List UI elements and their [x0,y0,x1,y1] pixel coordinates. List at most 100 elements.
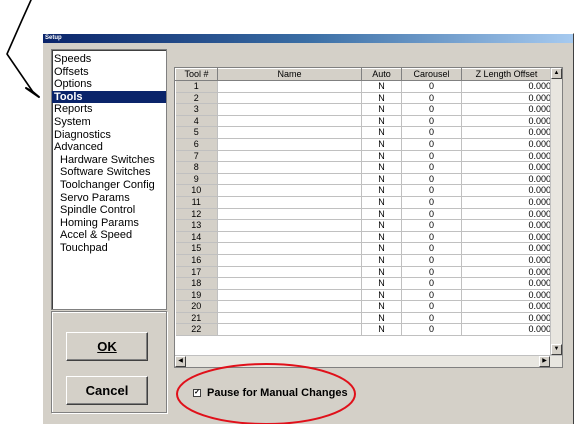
table-row[interactable]: 16 N 0 0.000 [175,254,552,267]
table-row[interactable]: 3 N 0 0.000 [175,103,552,116]
nav-item-spindle-control[interactable]: Spindle Control [52,204,166,217]
table-row[interactable]: 17 N 0 0.000 [175,266,552,279]
table-row[interactable]: 19 N 0 0.000 [175,289,552,302]
table-row[interactable]: 12 N 0 0.000 [175,208,552,221]
table-cell[interactable]: N [361,184,402,197]
table-cell[interactable]: N [361,196,402,209]
table-cell[interactable]: N [361,300,402,313]
table-cell[interactable]: 0 [401,219,462,232]
table-row[interactable]: 15 N 0 0.000 [175,242,552,255]
nav-item-advanced[interactable]: Advanced [52,141,166,154]
scroll-right-icon[interactable]: ▶ [539,356,550,367]
table-cell[interactable]: 0.000 [461,161,552,174]
table-cell[interactable] [217,300,362,313]
table-cell[interactable] [217,80,362,93]
table-row[interactable]: 20 N 0 0.000 [175,300,552,313]
table-cell[interactable]: 0 [401,161,462,174]
nav-item-toolchanger-config[interactable]: Toolchanger Config [52,179,166,192]
table-cell[interactable] [217,219,362,232]
table-cell[interactable]: 0 [401,196,462,209]
table-cell[interactable]: N [361,277,402,290]
table-cell[interactable]: N [361,312,402,325]
table-row[interactable]: 8 N 0 0.000 [175,161,552,174]
table-row[interactable]: 10 N 0 0.000 [175,184,552,197]
pause-manual-changes-option[interactable]: ✓ Pause for Manual Changes [193,387,348,399]
table-cell[interactable]: 0.000 [461,231,552,244]
table-cell[interactable]: 0 [401,289,462,302]
table-row[interactable]: 18 N 0 0.000 [175,277,552,290]
horizontal-scrollbar[interactable]: ◀ ▶ [175,355,562,367]
table-cell[interactable]: 0.000 [461,323,552,337]
table-row[interactable]: 4 N 0 0.000 [175,115,552,128]
table-row[interactable]: 5 N 0 0.000 [175,126,552,139]
nav-item-speeds[interactable]: Speeds [52,53,166,66]
table-cell[interactable]: 0 [401,231,462,244]
table-cell[interactable] [217,289,362,302]
table-row[interactable]: 14 N 0 0.000 [175,231,552,244]
scroll-up-icon[interactable]: ▲ [551,68,562,79]
table-cell[interactable] [217,242,362,255]
nav-item-servo-params[interactable]: Servo Params [52,192,166,205]
table-cell[interactable]: N [361,126,402,139]
setup-category-list[interactable]: Speeds Offsets Options Tools Reports System Di… [51,49,167,310]
table-cell[interactable]: 0 [401,138,462,151]
table-cell[interactable] [217,103,362,116]
nav-item-system[interactable]: System [52,116,166,129]
cancel-button[interactable]: Cancel [66,376,148,405]
table-cell[interactable]: 0 [401,312,462,325]
table-cell[interactable]: N [361,254,402,267]
table-cell[interactable] [217,266,362,279]
column-header[interactable]: Auto [361,68,402,81]
nav-item-reports[interactable]: Reports [52,103,166,116]
table-cell[interactable] [217,138,362,151]
table-cell[interactable]: N [361,242,402,255]
table-row[interactable]: 2 N 0 0.000 [175,92,552,105]
table-cell[interactable]: 0.000 [461,92,552,105]
table-cell[interactable]: N [361,150,402,163]
table-cell[interactable]: 0.000 [461,289,552,302]
table-cell[interactable] [217,312,362,325]
table-cell[interactable] [217,208,362,221]
table-cell[interactable]: 0 [401,184,462,197]
table-cell[interactable]: 0.000 [461,126,552,139]
table-cell[interactable]: 0 [401,103,462,116]
nav-item-options[interactable]: Options [52,78,166,91]
table-row[interactable]: 6 N 0 0.000 [175,138,552,151]
table-cell[interactable]: 0.000 [461,103,552,116]
table-cell[interactable]: 0.000 [461,277,552,290]
table-cell[interactable]: 0.000 [461,242,552,255]
table-cell[interactable]: 0 [401,150,462,163]
table-cell[interactable] [217,184,362,197]
table-row[interactable]: 21 N 0 0.000 [175,312,552,325]
table-cell[interactable]: N [361,138,402,151]
nav-item-tools[interactable]: Tools [52,90,166,104]
column-header[interactable]: Carousel [401,68,462,81]
table-row[interactable]: 7 N 0 0.000 [175,150,552,163]
table-cell[interactable]: 0.000 [461,80,552,93]
vertical-scrollbar[interactable]: ▲ ▼ [550,68,562,355]
table-cell[interactable]: N [361,80,402,93]
table-cell[interactable]: 0 [401,323,462,337]
nav-item-hardware-switches[interactable]: Hardware Switches [52,154,166,167]
table-cell[interactable]: 0 [401,115,462,128]
table-cell[interactable]: N [361,103,402,116]
table-cell[interactable]: 0.000 [461,184,552,197]
table-cell[interactable]: 0.000 [461,150,552,163]
table-cell[interactable]: N [361,219,402,232]
table-cell[interactable]: N [361,92,402,105]
table-cell[interactable] [217,126,362,139]
table-cell[interactable]: 0.000 [461,173,552,186]
nav-item-accel-speed[interactable]: Accel & Speed [52,229,166,242]
table-cell[interactable]: 0.000 [461,219,552,232]
table-row[interactable]: 9 N 0 0.000 [175,173,552,186]
table-cell[interactable] [217,92,362,105]
scroll-down-icon[interactable]: ▼ [551,344,562,355]
table-cell[interactable]: N [361,173,402,186]
table-cell[interactable]: 0.000 [461,115,552,128]
table-cell[interactable]: N [361,266,402,279]
table-cell[interactable]: 0 [401,208,462,221]
table-cell[interactable]: N [361,231,402,244]
table-cell[interactable]: 0 [401,266,462,279]
table-cell[interactable]: 0 [401,80,462,93]
table-cell[interactable]: 0.000 [461,300,552,313]
